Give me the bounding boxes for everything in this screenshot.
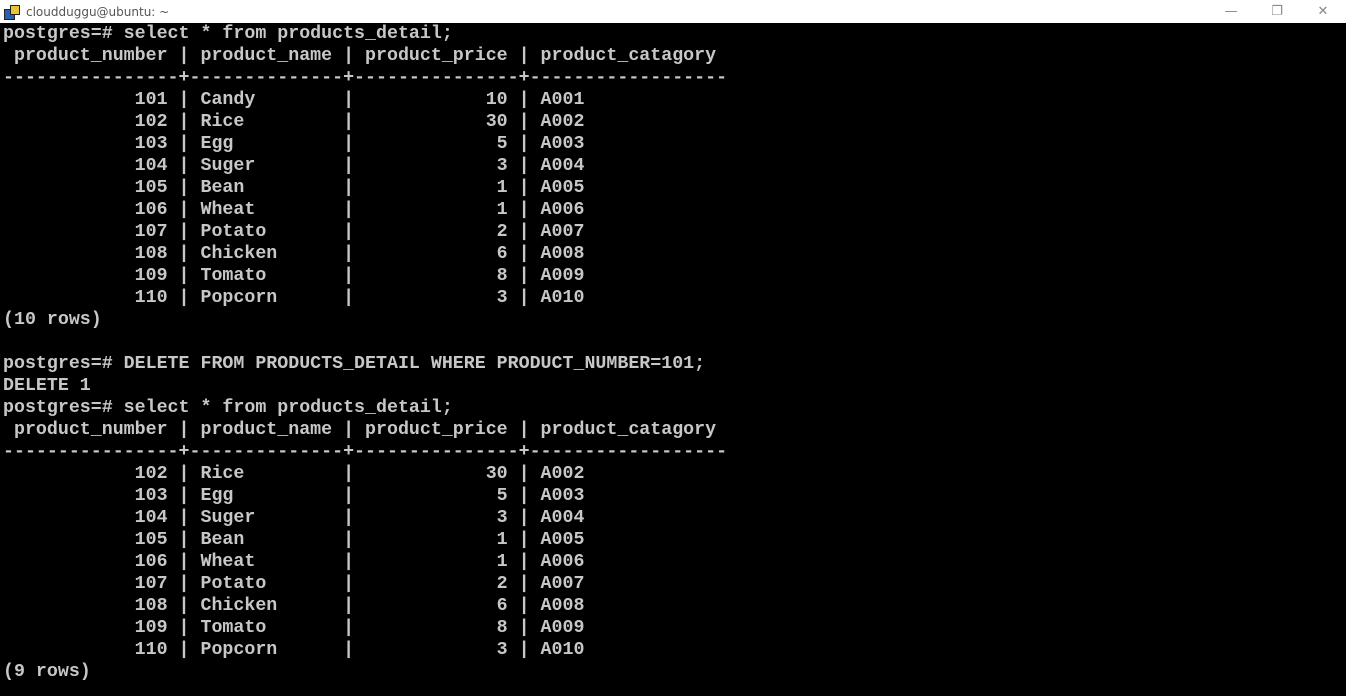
terminal-line: product_number | product_name | product_…: [3, 420, 717, 440]
terminal-line: 103 | Egg | 5 | A003: [3, 134, 585, 154]
terminal-line: product_number | product_name | product_…: [3, 46, 717, 66]
minimize-button[interactable]: —: [1208, 0, 1254, 23]
terminal-line: 105 | Bean | 1 | A005: [3, 178, 585, 198]
terminal-line: 106 | Wheat | 1 | A006: [3, 200, 585, 220]
terminal-line: ----------------+--------------+--------…: [3, 68, 728, 88]
terminal-line: 109 | Tomato | 8 | A009: [3, 266, 585, 286]
terminal-line: postgres=# select * from products_detail…: [3, 398, 453, 418]
terminal-line: 103 | Egg | 5 | A003: [3, 486, 585, 506]
terminal-line: DELETE 1: [3, 376, 91, 396]
terminal-line: 110 | Popcorn | 3 | A010: [3, 640, 585, 660]
terminal-line: 109 | Tomato | 8 | A009: [3, 618, 585, 638]
terminal-line: 104 | Suger | 3 | A004: [3, 508, 585, 528]
terminal-line: 107 | Potato | 2 | A007: [3, 222, 585, 242]
minimize-icon: —: [1224, 4, 1238, 19]
close-button[interactable]: ✕: [1300, 0, 1346, 23]
terminal-line: postgres=# select * from products_detail…: [3, 24, 453, 44]
putty-icon[interactable]: [4, 4, 20, 20]
restore-icon: ❐: [1271, 4, 1283, 19]
close-icon: ✕: [1317, 4, 1329, 19]
terminal-output[interactable]: postgres=# select * from products_detail…: [0, 23, 1346, 696]
terminal-line: 108 | Chicken | 6 | A008: [3, 244, 585, 264]
terminal-line: 102 | Rice | 30 | A002: [3, 112, 585, 132]
terminal-line: 102 | Rice | 30 | A002: [3, 464, 585, 484]
terminal-line: postgres=# DELETE FROM PRODUCTS_DETAIL W…: [3, 354, 706, 374]
terminal-line: ----------------+--------------+--------…: [3, 442, 728, 462]
window-title: cloudduggu@ubuntu: ~: [26, 4, 170, 19]
terminal-line: 101 | Candy | 10 | A001: [3, 90, 585, 110]
terminal-line: 108 | Chicken | 6 | A008: [3, 596, 585, 616]
restore-button[interactable]: ❐: [1254, 0, 1300, 23]
terminal-line: 106 | Wheat | 1 | A006: [3, 552, 585, 572]
terminal-line: (9 rows): [3, 662, 91, 682]
terminal-line: 107 | Potato | 2 | A007: [3, 574, 585, 594]
terminal-line: 110 | Popcorn | 3 | A010: [3, 288, 585, 308]
title-bar: cloudduggu@ubuntu: ~ — ❐ ✕: [0, 0, 1346, 23]
terminal-line: 105 | Bean | 1 | A005: [3, 530, 585, 550]
terminal-line: 104 | Suger | 3 | A004: [3, 156, 585, 176]
window-controls: — ❐ ✕: [1208, 0, 1346, 23]
terminal-line: (10 rows): [3, 310, 102, 330]
